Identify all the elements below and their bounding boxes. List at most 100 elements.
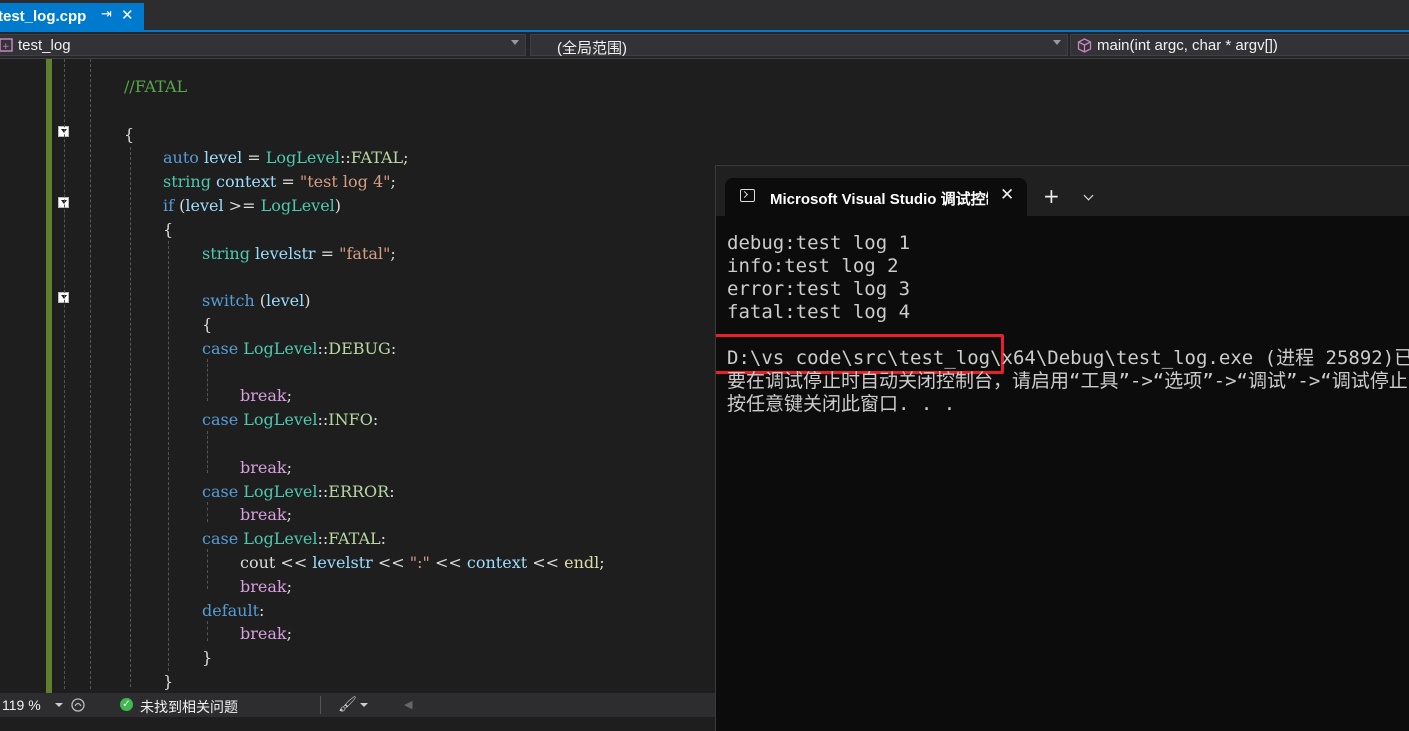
code-token: default [202,600,260,620]
code-token: : [372,410,379,430]
code-token: << [527,553,565,572]
member-dropdown[interactable]: main(int argc, char * argv[]) [1070,34,1409,56]
code-line: string context = "test log 4"; [163,172,396,192]
code-token: case [202,410,239,430]
chevron-down-icon[interactable] [55,703,63,707]
chevron-down-icon [1053,40,1061,45]
scope-label: (全局范围) [557,40,627,57]
change-tracking-bar [46,59,52,693]
code-token: string [163,172,211,192]
project-dropdown[interactable]: + test_log [0,34,526,56]
console-line: error:test log 3 [727,278,911,300]
code-line: break; [240,624,292,644]
zoom-level[interactable]: 119 % [2,697,41,713]
chevron-down-icon[interactable] [1083,190,1094,201]
horizontal-scroll-area [0,717,716,730]
console-line: fatal:test log 4 [727,301,911,323]
console-line: debug:test log 1 [727,232,911,254]
code-token: LogLevel [243,338,318,358]
code-token: "fatal" [339,243,391,263]
code-token: LogLevel [260,196,335,215]
scroll-left-icon[interactable]: ◀ [404,698,412,711]
code-line: string levelstr = "fatal"; [202,244,396,264]
code-token: { [202,315,213,334]
project-icon: + [0,38,13,52]
code-line: cout << levelstr << ":" << context << en… [240,553,605,573]
code-editor[interactable]: //FATAL{auto level = LogLevel::FATAL; str… [0,59,716,693]
document-tab-label: test_log.cpp [0,8,87,25]
code-token: cout << [240,553,313,572]
close-icon[interactable]: ✕ [121,6,134,24]
console-line: 按任意键关闭此窗口. . . [727,393,956,415]
code-token: levelstr [255,243,316,263]
code-line: break; [240,505,292,525]
indent-guide [130,147,131,687]
code-token: :: [340,148,351,168]
issues-status[interactable]: 未找到相关问题 [140,697,238,717]
terminal-tab-title: Microsoft Visual Studio 调试控制台 [770,191,988,208]
code-token: << [372,553,410,572]
code-line: break; [240,386,292,406]
indent-guide [207,431,208,473]
status-divider [320,696,321,714]
pin-icon[interactable]: ⇥ [101,7,112,22]
code-token: endl [564,553,600,572]
project-name: test_log [18,37,71,54]
code-token: break [240,576,287,596]
code-line: break; [240,577,292,597]
indent-guide [168,241,169,671]
new-tab-plus-icon[interactable]: + [1043,184,1060,208]
code-line: case LogLevel::INFO: [202,410,378,430]
code-token: auto [163,148,199,168]
indent-guide [207,549,208,589]
code-token: :: [317,338,329,358]
code-token: ( [174,196,186,215]
chevron-down-icon[interactable] [360,703,368,707]
close-icon[interactable]: ✕ [1000,185,1014,205]
code-token: case [202,529,239,549]
code-token: break [240,457,287,477]
code-token: : [259,600,265,620]
code-token: case [202,481,239,501]
console-line: 要在调试停止时自动关闭控制台，请启用“工具”->“选项”->“调试”->“调试停… [727,370,1409,392]
code-cleanup-brush-icon[interactable]: 🖌 [338,695,357,713]
code-token: INFO [328,410,373,430]
function-cube-icon [1077,38,1092,53]
code-token: level [204,148,243,168]
code-line: } [202,648,212,668]
code-token: FATAL [328,529,381,549]
code-token: levelstr [312,553,373,572]
copilot-icon[interactable] [70,697,86,713]
code-token: ; [599,553,605,572]
code-token: :: [317,529,329,549]
code-token: break [240,386,287,406]
code-line: case LogLevel::ERROR: [202,482,395,502]
code-line: default: [202,601,264,621]
terminal-tab-bar: Microsoft Visual Studio 调试控制台 ✕ + [716,166,1409,216]
document-tab-strip: test_log.cpp ⇥ ✕ [0,0,1409,32]
code-line: { [124,125,134,145]
code-token: "test log 4" [299,172,391,192]
scope-dropdown[interactable]: (全局范围) [530,34,1068,57]
indent-guide [207,502,208,522]
code-token: context [216,172,277,192]
code-token: ) [334,196,342,215]
code-token: : [390,338,397,358]
code-token: if [163,196,175,215]
document-tab-test-log-cpp[interactable]: test_log.cpp ⇥ ✕ [0,3,144,30]
code-token: :: [317,481,329,501]
code-token: level [266,291,305,311]
debug-console-window[interactable]: Microsoft Visual Studio 调试控制台 ✕ + debug:… [715,165,1409,731]
code-token: << [429,553,467,572]
indent-guide [207,359,208,401]
console-line: D:\vs code\src\test_log\x64\Debug\test_l… [727,347,1409,369]
code-token: LogLevel [243,481,318,501]
editor-status-bar: 119 % ✓ 未找到相关问题 🖌 ◀ [0,693,716,717]
code-token: FATAL [350,148,404,168]
code-token: : [389,481,395,501]
outline-guide [64,59,65,689]
code-token: switch [202,291,255,311]
terminal-tab[interactable]: Microsoft Visual Studio 调试控制台 ✕ [725,178,1027,216]
code-token: = [276,172,300,192]
code-token: ERROR [328,481,390,501]
